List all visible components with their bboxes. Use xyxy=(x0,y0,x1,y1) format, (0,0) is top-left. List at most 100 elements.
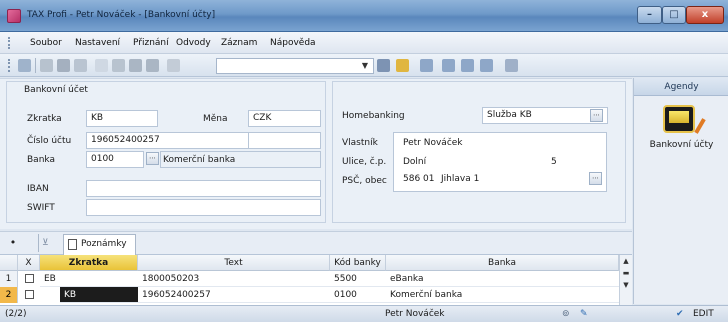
swift-field[interactable] xyxy=(86,199,321,216)
table-icon[interactable] xyxy=(480,59,493,72)
swift-label: SWIFT xyxy=(27,203,55,213)
tab-poznamky[interactable]: Poznámky xyxy=(63,234,136,255)
iban-field[interactable] xyxy=(86,180,321,197)
menu-bar: Soubor Nastavení Přiznání Odvody Záznam … xyxy=(0,32,728,54)
homebanking-label: Homebanking xyxy=(342,111,405,121)
cell-text[interactable]: 196052400257 xyxy=(138,287,330,303)
agendy-panel: Agendy Bankovní účty xyxy=(633,78,728,304)
window-icon[interactable] xyxy=(420,59,433,72)
agenda-bankovni-ucty[interactable]: Bankovní účty xyxy=(634,140,728,150)
minimize-button[interactable]: – xyxy=(637,6,662,24)
column-header-zkratka[interactable]: Zkratka xyxy=(40,255,138,271)
print-preview-icon[interactable] xyxy=(57,59,70,72)
chevron-down-icon[interactable]: ▼ xyxy=(358,59,372,72)
banka-label: Banka xyxy=(27,155,55,165)
obec-value[interactable]: Jihlava 1 xyxy=(441,174,479,184)
tab-poznamky-label: Poznámky xyxy=(81,239,127,249)
connection-icon: ⊚ xyxy=(562,309,570,319)
mena-label: Měna xyxy=(203,114,228,124)
cell-kod-banky[interactable]: 5500 xyxy=(330,271,386,287)
cell-text[interactable]: 1800050203 xyxy=(138,271,330,287)
open-icon[interactable] xyxy=(18,59,31,72)
toolbar-grip[interactable] xyxy=(8,59,10,72)
copy-icon[interactable] xyxy=(167,59,180,72)
agendy-header: Agendy xyxy=(634,78,728,96)
homebanking-select-button[interactable]: ⋯ xyxy=(590,109,603,122)
folder-icon[interactable] xyxy=(396,59,409,72)
filter-icon[interactable]: ⊻ xyxy=(42,237,54,249)
edit-mode-indicator: EDIT xyxy=(693,309,714,319)
bank-accounts-grid: X Zkratka Text Kód banky Banka 1 EB 1800… xyxy=(0,255,632,305)
find-icon[interactable] xyxy=(74,59,87,72)
row-number: 2 xyxy=(0,287,18,303)
title-bar: TAX Profi - Petr Nováček - [Bankovní účt… xyxy=(0,0,728,32)
add-record-icon[interactable]: • xyxy=(6,236,20,250)
menu-soubor[interactable]: Soubor xyxy=(30,38,62,48)
vlastnik-value[interactable]: Petr Nováček xyxy=(403,138,463,148)
table-row[interactable]: 2 KB 196052400257 0100 Komerční banka xyxy=(0,287,619,303)
toolbar-separator xyxy=(35,58,36,73)
grid-scrollbar[interactable]: ▲ ▬ ▼ xyxy=(619,255,632,305)
bank-accounts-agenda-icon[interactable] xyxy=(663,105,695,133)
mena-field[interactable]: CZK xyxy=(248,110,321,127)
window-title: TAX Profi - Petr Nováček - [Bankovní účt… xyxy=(27,10,216,20)
row-number: 1 xyxy=(0,271,18,287)
group-title: Bankovní účet xyxy=(24,85,88,95)
ulice-label: Ulice, č.p. xyxy=(342,157,387,167)
table-row[interactable]: 1 EB 1800050203 5500 eBanka xyxy=(0,271,619,287)
maximize-button[interactable]: □ xyxy=(662,6,686,24)
note-icon xyxy=(68,239,77,250)
cell-kod-banky[interactable]: 0100 xyxy=(330,287,386,303)
cislo-uctu-field[interactable]: 196052400257 xyxy=(86,132,250,149)
list-icon[interactable] xyxy=(461,59,474,72)
obec-select-button[interactable]: ⋯ xyxy=(589,172,602,185)
ulice-value[interactable]: Dolní xyxy=(403,157,426,167)
banka-select-button[interactable]: ⋯ xyxy=(146,152,159,165)
app-logo-icon xyxy=(7,9,21,23)
psc-obec-label: PSČ, obec xyxy=(342,176,387,186)
scroll-down-icon[interactable]: ▼ xyxy=(620,279,632,291)
menu-napoveda[interactable]: Nápověda xyxy=(270,38,316,48)
column-header-banka[interactable]: Banka xyxy=(386,255,619,271)
grid-icon[interactable] xyxy=(442,59,455,72)
new-record-icon[interactable] xyxy=(95,59,108,72)
zkratka-field[interactable]: KB xyxy=(86,110,158,127)
cell-banka[interactable]: Komerční banka xyxy=(386,287,619,303)
close-button[interactable]: x xyxy=(686,6,724,24)
menu-nastaveni[interactable]: Nastavení xyxy=(75,38,120,48)
save-icon[interactable] xyxy=(129,59,142,72)
cell-zkratka-selected[interactable]: KB xyxy=(60,287,138,303)
banka-code-field[interactable]: 0100 xyxy=(86,151,144,168)
cell-banka[interactable]: eBanka xyxy=(386,271,619,287)
column-header-text[interactable]: Text xyxy=(138,255,330,271)
help-icon[interactable] xyxy=(505,59,518,72)
cp-value[interactable]: 5 xyxy=(551,157,557,167)
vlastnik-label: Vlastník xyxy=(342,138,378,148)
status-bar: (2/2) Petr Nováček ⊚ ✎ ✔ EDIT xyxy=(0,305,728,322)
zkratka-label: Zkratka xyxy=(27,114,62,124)
scroll-thumb[interactable]: ▬ xyxy=(620,267,632,279)
column-header-kod-banky[interactable]: Kód banky xyxy=(330,255,386,271)
record-counter: (2/2) xyxy=(5,309,27,319)
row-checkbox[interactable] xyxy=(25,290,34,299)
menu-grip[interactable] xyxy=(8,37,10,49)
psc-value[interactable]: 586 01 xyxy=(403,174,435,184)
grid-tab-bar: • ⊻ Poznámky xyxy=(0,231,632,255)
cislo-uctu-suffix-field[interactable] xyxy=(248,132,321,149)
menu-priznani[interactable]: Přiznání xyxy=(133,38,169,48)
pencil-icon xyxy=(694,118,706,134)
iban-label: IBAN xyxy=(27,184,49,194)
row-header-corner xyxy=(0,255,18,271)
filter-icon[interactable] xyxy=(377,59,390,72)
menu-zaznam[interactable]: Záznam xyxy=(221,38,257,48)
column-header-x[interactable]: X xyxy=(18,255,40,271)
menu-odvody[interactable]: Odvody xyxy=(176,38,211,48)
confirm-icon[interactable] xyxy=(112,59,125,72)
cell-zkratka[interactable]: EB xyxy=(40,271,138,287)
scroll-up-icon[interactable]: ▲ xyxy=(620,255,632,267)
delete-icon[interactable] xyxy=(146,59,159,72)
toolbar-combo[interactable] xyxy=(216,58,374,74)
print-icon[interactable] xyxy=(40,59,53,72)
banka-name-field xyxy=(160,151,321,168)
row-checkbox[interactable] xyxy=(25,274,34,283)
